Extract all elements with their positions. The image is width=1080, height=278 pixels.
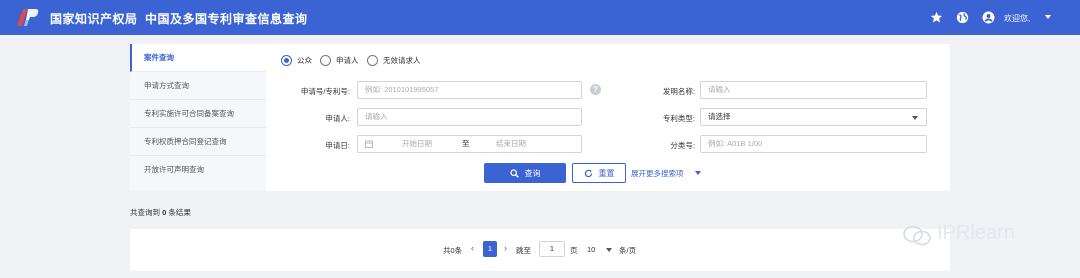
app-no-label: 申请号/专利号:	[300, 87, 350, 96]
radio-dot	[281, 54, 292, 66]
sidenav-item-application-method[interactable]: 申请方式查询	[130, 72, 266, 100]
current-page-button[interactable]: 1	[483, 241, 497, 257]
radio-public[interactable]: 公众	[281, 54, 312, 66]
radio-label: 申请人	[336, 55, 359, 65]
invention-name-placeholder: 请输入	[708, 85, 731, 94]
end-date-placeholder[interactable]: 结束日期	[496, 136, 526, 152]
result-number: 0	[162, 208, 167, 217]
chevron-down-icon	[912, 116, 918, 120]
search-icon	[509, 168, 519, 178]
invention-name-input[interactable]: 请输入	[700, 81, 927, 99]
refresh-icon	[584, 169, 592, 177]
star-icon[interactable]	[930, 11, 943, 24]
radio-label: 公众	[297, 55, 312, 65]
reset-button[interactable]: 重置	[572, 163, 626, 183]
pagination-card: 共0条 ‹ 1 › 跳至 1 页 10 条/页	[130, 229, 950, 271]
user-menu-caret-icon[interactable]	[1045, 15, 1051, 19]
side-nav: 案件查询 申请方式查询 专利实施许可合同备案查询 专利权质押合同登记查询 开放许…	[130, 44, 266, 191]
sidenav-item-pledge-registration[interactable]: 专利权质押合同登记查询	[130, 128, 266, 156]
sidenav-item-case-query[interactable]: 案件查询	[130, 44, 266, 72]
applicant-input[interactable]: 请输入	[357, 108, 582, 126]
search-card: 案件查询 申请方式查询 专利实施许可合同备案查询 专利权质押合同登记查询 开放许…	[130, 44, 950, 191]
jump-label: 跳至	[516, 246, 531, 255]
class-no-input[interactable]: 例如: A01B 1/00	[700, 135, 927, 153]
jump-page-input[interactable]: 1	[539, 241, 565, 257]
radio-dot	[320, 54, 331, 66]
page-unit: 页	[570, 246, 578, 255]
patent-type-value: 请选择	[708, 112, 731, 121]
app-no-placeholder: 例如: 2010101995057	[365, 85, 439, 94]
welcome-text[interactable]: 欢迎您,	[1004, 13, 1030, 24]
page-size-chevron-icon[interactable]	[606, 248, 612, 252]
prev-page-icon[interactable]: ‹	[471, 243, 474, 253]
date-separator: 至	[462, 139, 470, 148]
help-icon[interactable]: ?	[590, 84, 601, 95]
result-prefix: 共查询到	[130, 208, 160, 217]
sidenav-item-license-filing[interactable]: 专利实施许可合同备案查询	[130, 100, 266, 128]
user-avatar-icon[interactable]	[982, 11, 995, 24]
radio-label: 无效请求人	[383, 55, 421, 65]
search-button-label: 查询	[524, 168, 541, 178]
calendar-icon	[365, 140, 373, 148]
page-size-select[interactable]: 10	[587, 245, 595, 254]
app-date-range[interactable]: 开始日期 至 结束日期	[357, 135, 582, 153]
watermark-text: IPRlearn	[937, 222, 1015, 244]
patent-type-select[interactable]: 请选择	[700, 108, 927, 126]
brand-name[interactable]: 国家知识产权局	[50, 10, 138, 27]
radio-invalidation-requester[interactable]: 无效请求人	[367, 54, 421, 66]
top-bar: 国家知识产权局 中国及多国专利审查信息查询 欢迎您,	[0, 0, 1080, 35]
expand-more-link[interactable]: 展开更多搜索项	[631, 168, 684, 179]
per-page-label: 条/页	[619, 246, 637, 255]
result-suffix: 条结果	[168, 208, 191, 217]
class-no-placeholder: 例如: A01B 1/00	[708, 139, 763, 148]
patent-type-label: 专利类型:	[662, 114, 695, 123]
pagination-total: 共0条	[443, 246, 463, 255]
expand-more-caret-icon[interactable]	[695, 171, 701, 175]
applicant-placeholder: 请输入	[365, 112, 388, 121]
cnipa-logo-icon	[17, 9, 39, 26]
invention-name-label: 发明名称:	[662, 87, 695, 96]
result-count: 共查询到 0 条结果	[130, 207, 191, 218]
start-date-placeholder[interactable]: 开始日期	[402, 136, 432, 152]
radio-dot	[367, 54, 378, 66]
app-title: 中国及多国专利审查信息查询	[145, 12, 308, 26]
class-no-label: 分类号:	[670, 141, 695, 150]
globe-icon[interactable]	[956, 11, 969, 24]
applicant-label: 申请人:	[325, 114, 350, 123]
reset-button-label: 重置	[598, 168, 615, 178]
search-button[interactable]: 查询	[484, 163, 566, 183]
sidenav-item-open-license[interactable]: 开放许可声明查询	[130, 156, 266, 184]
wechat-watermark-icon	[903, 225, 931, 246]
app-no-input[interactable]: 例如: 2010101995057	[357, 81, 582, 99]
next-page-icon[interactable]: ›	[504, 243, 507, 253]
app-date-label: 申请日:	[325, 141, 350, 150]
radio-applicant[interactable]: 申请人	[320, 54, 359, 66]
